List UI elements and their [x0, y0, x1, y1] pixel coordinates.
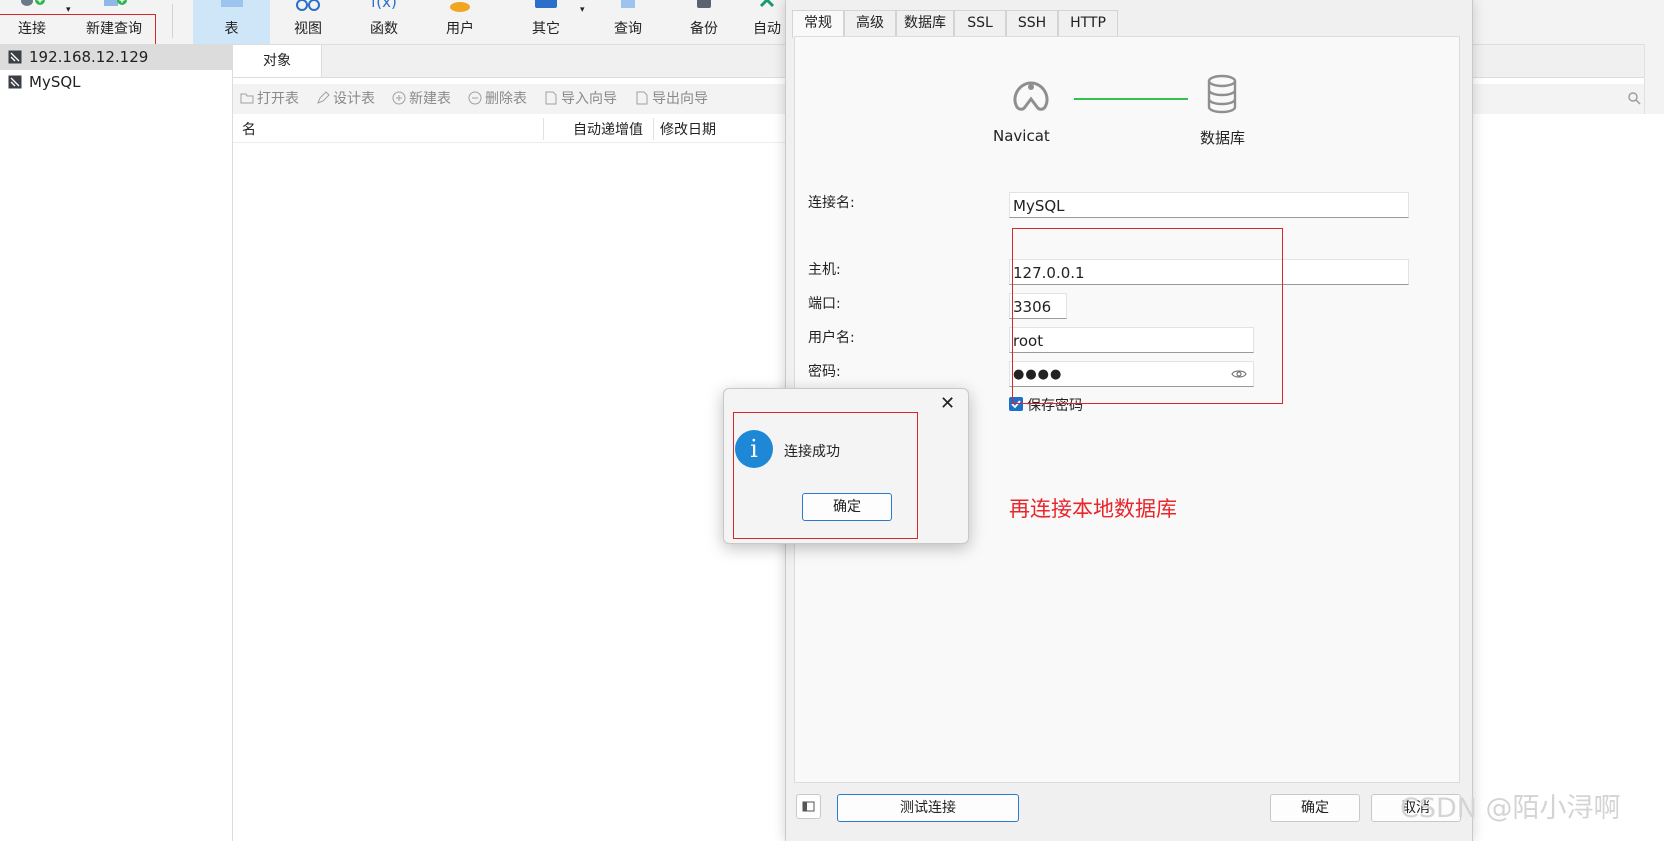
connection-link-line	[1074, 98, 1188, 100]
table-label: 表	[224, 21, 239, 37]
export-icon	[636, 91, 648, 105]
new-table-button[interactable]: 新建表	[392, 89, 451, 109]
tab-advanced[interactable]: 高级	[844, 10, 896, 36]
navicat-label: Navicat	[993, 127, 1050, 145]
ok-button[interactable]: 确定	[1270, 794, 1360, 822]
user-button[interactable]: 用户	[422, 0, 498, 44]
connection-tree: 192.168.12.129 MySQL	[0, 44, 233, 841]
toolbar-divider	[172, 4, 173, 38]
column-header-modified-date[interactable]: 修改日期	[660, 119, 716, 139]
navicat-logo-icon	[1013, 81, 1049, 111]
new-table-label: 新建表	[409, 91, 451, 107]
tab-database[interactable]: 数据库	[896, 10, 954, 36]
view-label: 视图	[294, 21, 322, 37]
tree-item-label: MySQL	[29, 73, 81, 91]
tree-item-mysql[interactable]: MySQL	[0, 69, 232, 95]
import-wizard-button[interactable]: 导入向导	[544, 89, 617, 109]
table-icon	[220, 0, 243, 7]
port-label: 端口:	[808, 296, 841, 312]
design-table-label: 设计表	[333, 91, 375, 107]
tab-http[interactable]: HTTP	[1058, 10, 1118, 36]
tab-general[interactable]: 常规	[792, 10, 844, 38]
other-icon	[535, 0, 557, 8]
connect-icon	[21, 0, 45, 6]
query-label: 查询	[614, 21, 642, 37]
password-label: 密码:	[808, 364, 841, 380]
delete-table-label: 删除表	[485, 91, 527, 107]
tab-objects[interactable]: 对象	[233, 45, 322, 77]
backup-icon	[697, 0, 711, 8]
user-label: 用户	[446, 21, 474, 37]
function-icon: f(x)	[371, 0, 397, 11]
function-button[interactable]: f(x) 函数	[346, 0, 422, 44]
table-button[interactable]: 表	[193, 0, 270, 44]
query-icon	[621, 0, 635, 8]
new-query-icon	[104, 0, 127, 6]
function-label: 函数	[370, 21, 398, 37]
annotation-connect-local-db: 再连接本地数据库	[1009, 497, 1177, 521]
connection-icon	[8, 75, 22, 89]
username-label: 用户名:	[808, 330, 855, 346]
test-connection-button[interactable]: 测试连接	[837, 794, 1019, 822]
design-table-button[interactable]: 设计表	[316, 89, 375, 109]
panel-toggle-icon	[802, 801, 815, 812]
close-icon[interactable]: ✕	[940, 393, 955, 414]
user-icon	[450, 2, 470, 12]
column-divider	[543, 118, 544, 140]
tab-ssh[interactable]: SSH	[1006, 10, 1058, 36]
connection-name-input[interactable]: MySQL	[1009, 192, 1409, 218]
query-button[interactable]: 查询	[590, 0, 666, 44]
highlight-box-popup	[733, 412, 918, 539]
automation-icon	[759, 0, 775, 8]
import-wizard-label: 导入向导	[561, 91, 617, 107]
connection-name-label: 连接名:	[808, 195, 855, 211]
view-button[interactable]: 视图	[270, 0, 346, 44]
database-label: 数据库	[1200, 129, 1246, 147]
import-icon	[545, 91, 557, 105]
toggle-panel-button[interactable]	[796, 794, 821, 819]
tab-ssl[interactable]: SSL	[954, 10, 1006, 36]
export-wizard-label: 导出向导	[652, 91, 708, 107]
export-wizard-button[interactable]: 导出向导	[635, 89, 708, 109]
folder-icon	[240, 93, 254, 104]
other-dropdown-icon[interactable]: ▾	[580, 5, 585, 15]
other-button[interactable]: 其它	[508, 0, 584, 44]
open-table-button[interactable]: 打开表	[240, 89, 299, 109]
open-table-label: 打开表	[257, 91, 299, 107]
other-label: 其它	[532, 21, 560, 37]
pencil-icon	[317, 91, 330, 104]
tree-item-remote-connection[interactable]: 192.168.12.129	[0, 44, 232, 70]
column-header-auto-increment[interactable]: 自动递增值	[573, 119, 643, 139]
watermark: CSDN @陌小浔啊	[1400, 793, 1621, 824]
backup-button[interactable]: 备份	[666, 0, 742, 44]
delete-table-button[interactable]: 删除表	[468, 89, 527, 109]
column-divider	[653, 118, 654, 140]
minus-circle-icon	[468, 91, 482, 105]
plus-circle-icon	[392, 91, 406, 105]
connection-icon	[8, 50, 22, 64]
backup-label: 备份	[690, 21, 718, 37]
highlight-box-credentials	[1012, 228, 1283, 404]
column-header-name[interactable]: 名	[242, 119, 256, 139]
search-icon[interactable]	[1627, 91, 1641, 105]
host-label: 主机:	[808, 262, 841, 278]
scrollbar[interactable]	[1644, 44, 1664, 114]
svg-text:f(x): f(x)	[371, 0, 397, 11]
database-icon	[1207, 74, 1237, 114]
tree-item-label: 192.168.12.129	[29, 48, 149, 66]
view-icon	[296, 0, 320, 11]
object-list-header: 名 自动递增值 修改日期	[233, 116, 793, 143]
